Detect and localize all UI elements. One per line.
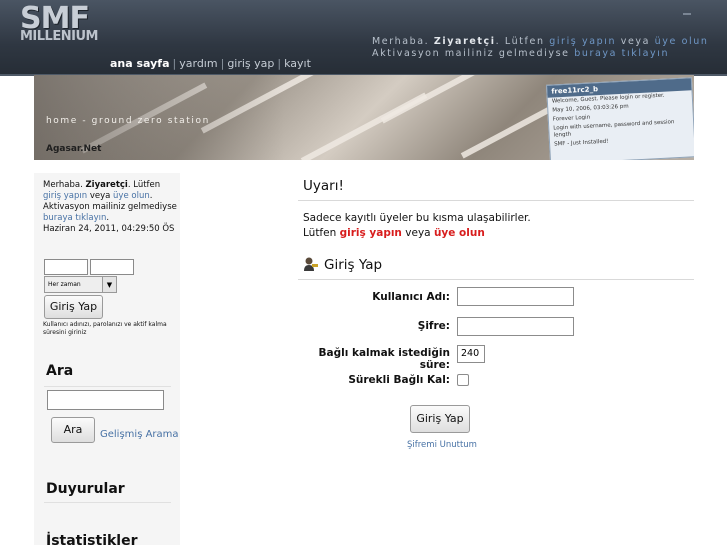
sidebar-welcome: Merhaba. Ziyaretçi. Lütfen giriş yapın v… bbox=[43, 180, 177, 234]
password-input[interactable] bbox=[457, 317, 574, 336]
sidebar-activation: Aktivasyon mailiniz gelmediyse bbox=[43, 202, 177, 212]
warning-title: Uyarı! bbox=[303, 178, 344, 194]
login-divider bbox=[298, 279, 694, 280]
message-or: veya bbox=[405, 227, 431, 239]
search-button[interactable]: Ara bbox=[51, 417, 95, 443]
sidebar-hello: Merhaba. bbox=[43, 180, 83, 190]
login-title: Giriş Yap bbox=[324, 257, 383, 273]
sidebar-please: . Lütfen bbox=[127, 180, 161, 190]
message-login-link[interactable]: giriş yapın bbox=[340, 227, 402, 239]
session-label: Bağlı kalmak istediğin süre: bbox=[318, 347, 451, 371]
sidebar-password-input[interactable] bbox=[90, 259, 134, 275]
menu-item-home[interactable]: ana sayfa bbox=[110, 57, 170, 70]
sidebar-or: veya bbox=[89, 191, 111, 201]
username-label: Kullanıcı Adı: bbox=[372, 291, 450, 303]
always-online-checkbox[interactable] bbox=[457, 374, 469, 386]
banner-texture bbox=[380, 75, 508, 124]
password-label: Şifre: bbox=[417, 320, 450, 332]
session-minutes-input[interactable]: 240 bbox=[457, 345, 485, 363]
advanced-search-link[interactable]: Gelişmiş Arama bbox=[100, 424, 180, 446]
sidebar-datetime: Haziran 24, 2011, 04:29:50 ÖS bbox=[43, 224, 175, 234]
sidebar-register-link[interactable]: üye olun bbox=[113, 191, 150, 201]
search-heading: Ara bbox=[46, 363, 74, 379]
menu-item-register[interactable]: kayıt bbox=[284, 57, 311, 70]
sidebar-activation-link[interactable]: buraya tıklayın bbox=[43, 213, 106, 223]
menu-item-login[interactable]: giriş yap bbox=[227, 57, 274, 70]
warning-divider bbox=[298, 200, 694, 201]
chevron-down-icon[interactable]: ▼ bbox=[102, 276, 117, 293]
warning-message: Sadece kayıtlı üyeler bu kısma ulaşabili… bbox=[303, 211, 531, 241]
sidebar-login-link[interactable]: giriş yapın bbox=[43, 191, 87, 201]
user-login-icon bbox=[304, 257, 318, 271]
menu-item-help[interactable]: yardım bbox=[179, 57, 217, 70]
welcome-please: . Lütfen bbox=[495, 36, 545, 47]
menu-separator: | bbox=[220, 57, 225, 70]
logo-bottom[interactable]: MILLENIUM bbox=[20, 30, 98, 44]
search-input[interactable] bbox=[47, 390, 164, 410]
login-button[interactable]: Giriş Yap bbox=[410, 405, 470, 433]
site-header: SMF MILLENIUM Merhaba. Ziyaretçi. Lütfen… bbox=[0, 0, 727, 76]
banner-site-name: Agasar.Net bbox=[46, 144, 102, 154]
welcome-hello: Merhaba. bbox=[372, 36, 430, 47]
main-menu: ana sayfa | yardım | giriş yap | kayıt bbox=[110, 57, 311, 70]
header-register-link[interactable]: üye olun bbox=[655, 36, 709, 47]
banner-image: home - ground zero station Agasar.Net fr… bbox=[34, 75, 694, 160]
menu-separator: | bbox=[172, 57, 177, 70]
sidebar-divider bbox=[44, 502, 171, 503]
news-heading: Duyurular bbox=[46, 481, 125, 497]
banner-screenshot: free11rc2_b Welcome, Guest. Please login… bbox=[546, 77, 694, 160]
session-length-select[interactable]: Her zaman bbox=[44, 276, 104, 293]
message-line1: Sadece kayıtlı üyeler bu kısma ulaşabili… bbox=[303, 212, 531, 224]
sidebar-user: Ziyaretçi bbox=[85, 180, 128, 190]
forgot-password-link[interactable]: Şifremi Unuttum bbox=[407, 440, 477, 450]
message-register-link[interactable]: üye olun bbox=[434, 227, 485, 239]
page-root: { "header": { "logo_top": "SMF", "logo_b… bbox=[0, 0, 727, 545]
message-please: Lütfen bbox=[303, 227, 337, 239]
header-login-link[interactable]: giriş yapın bbox=[549, 36, 616, 47]
banner-home-text: home - ground zero station bbox=[46, 116, 210, 126]
header-ornament bbox=[683, 13, 691, 15]
always-online-label: Sürekli Bağlı Kal: bbox=[348, 374, 450, 386]
sidebar-divider bbox=[44, 386, 171, 387]
sidebar-login-note: Kullanıcı adınızı, parolanızı ve aktif k… bbox=[43, 321, 167, 336]
welcome-user: Ziyaretçi bbox=[433, 36, 496, 47]
sidebar-username-input[interactable] bbox=[44, 259, 88, 275]
menu-separator: | bbox=[277, 57, 282, 70]
stats-heading: İstatistikler bbox=[46, 533, 138, 545]
username-input[interactable] bbox=[457, 287, 574, 306]
sidebar-login-button[interactable]: Giriş Yap bbox=[44, 295, 103, 319]
welcome-or: veya bbox=[620, 36, 651, 47]
